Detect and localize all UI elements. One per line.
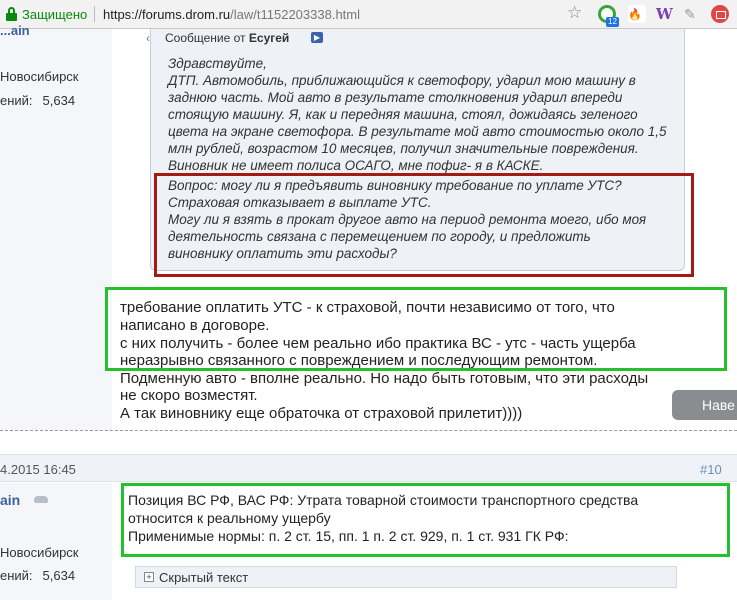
post-1: ...ain Новосибирск ений: 5,634 ‹ Сообщени… — [0, 23, 737, 430]
answer-line: не скоро возместят. — [120, 387, 258, 404]
lock-icon — [6, 7, 17, 21]
post-line: Применимые нормы: п. 2 ст. 15, пп. 1 п. … — [128, 528, 569, 544]
quote-header: Сообщение от Есугей — [165, 31, 290, 45]
address-bar[interactable]: Защищено https://forums.drom.ru/law/t115… — [0, 0, 737, 29]
go-to-post-icon[interactable]: ▶ — [311, 32, 323, 43]
extension-icon-mail[interactable] — [711, 5, 729, 23]
extension-icon-fire[interactable]: 🔥 — [628, 5, 646, 23]
spoiler-toggle[interactable]: + Скрытый текст — [135, 566, 677, 588]
quote-line: заднюю часть. Мой авто в результате стол… — [168, 90, 623, 105]
post-number-link[interactable]: #10 — [700, 462, 722, 477]
car-icon — [34, 496, 48, 503]
answer-line: требование оплатить УТС - к страховой, п… — [120, 299, 615, 316]
expand-plus-icon[interactable]: + — [144, 572, 154, 582]
username-link[interactable]: ain — [0, 492, 20, 508]
post-2-header: 4.2015 16:45 #10 — [0, 454, 737, 482]
url-text[interactable]: https://forums.drom.ru/law/t1152203338.h… — [103, 7, 360, 22]
username-link[interactable]: ...ain — [0, 23, 30, 38]
answer-line: написано в договоре. — [120, 317, 270, 334]
user-messages: ений: 5,634 — [0, 93, 76, 108]
bookmark-star-icon[interactable]: ☆ — [567, 3, 582, 23]
quote-line: Виновник не имеет полиса ОСАГО, мне пофи… — [168, 158, 544, 173]
quote-line: цвета на экране светофора. В результате … — [168, 124, 667, 139]
quote-line: стоящую машину. Я, как и передняя машина… — [168, 107, 638, 122]
extension-icon-green[interactable]: 12 — [598, 5, 619, 27]
answer-line: А так виновнику еще обраточка от страхов… — [120, 405, 523, 422]
extension-icon-w[interactable]: W — [656, 5, 673, 23]
quote-line: млн рублей, возрастом 10 месяцев, получи… — [168, 141, 639, 156]
post-line: относится к реальному ущербу — [128, 510, 331, 526]
answer-line: с них получить - более чем реально ибо п… — [120, 335, 636, 352]
quote-line: Здравствуйте, — [168, 56, 267, 71]
post-date: 4.2015 16:45 — [0, 462, 76, 477]
post-user-panel: ain Новосибирск ений: 5,634 — [0, 483, 112, 600]
chevron-left-icon: ‹ — [146, 31, 150, 45]
user-city: Новосибирск — [0, 545, 79, 560]
quote-author[interactable]: Есугей — [249, 31, 289, 45]
next-button[interactable]: Наве — [672, 390, 737, 420]
user-city: Новосибирск — [0, 69, 79, 84]
user-messages: ений: 5,634 — [0, 568, 76, 583]
separator — [94, 6, 95, 22]
secure-label[interactable]: Защищено — [22, 7, 87, 22]
spoiler-label[interactable]: Скрытый текст — [159, 570, 248, 585]
answer-line: Подменную авто - вполне реально. Но надо… — [120, 370, 649, 387]
extension-icon-puzzle[interactable]: ✎ — [684, 6, 696, 23]
post-user-panel: ...ain Новосибирск ений: 5,634 — [0, 23, 112, 430]
post-line: Позиция ВС РФ, ВАС РФ: Утрата товарной с… — [128, 492, 639, 508]
red-highlight-box — [154, 173, 694, 277]
answer-line: неразрывно связанного с повреждением и п… — [120, 352, 598, 369]
quote-line: ДТП. Автомобиль, приближающийся к светоф… — [168, 73, 636, 88]
post-divider — [0, 430, 737, 442]
